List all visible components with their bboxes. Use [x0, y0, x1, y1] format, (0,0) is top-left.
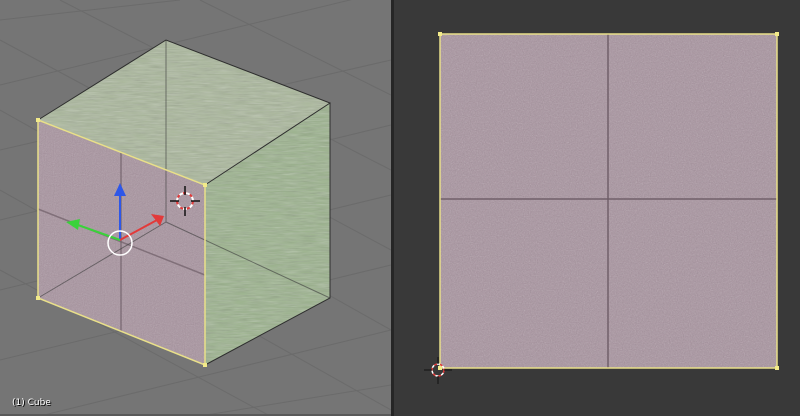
3d-viewport[interactable]: (1) Cube	[0, 0, 391, 416]
active-object-label: (1) Cube	[12, 398, 51, 408]
uv-texture-image	[440, 34, 777, 368]
uv-image-editor[interactable]	[394, 0, 800, 416]
uv-editor-canvas[interactable]	[394, 0, 800, 416]
3d-viewport-canvas[interactable]	[0, 0, 391, 416]
